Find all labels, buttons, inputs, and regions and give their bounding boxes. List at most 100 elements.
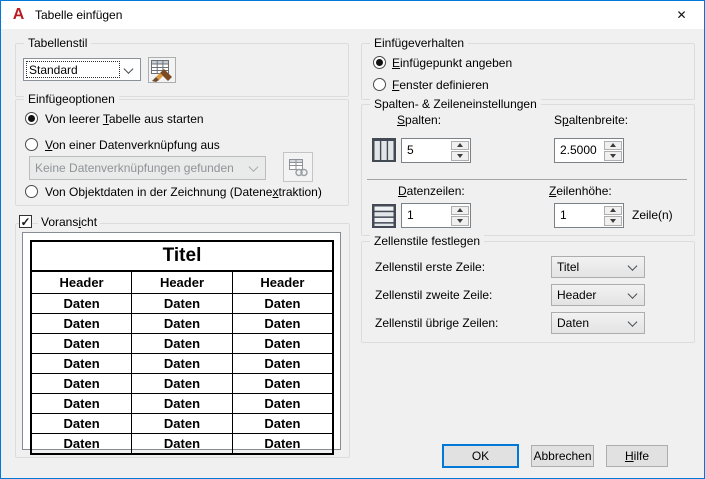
ok-button[interactable]: OK — [442, 444, 519, 468]
preview-data-cell: Daten — [30, 433, 133, 455]
arrow-down-icon — [610, 218, 616, 223]
arrow-up-icon — [610, 143, 616, 148]
preview-data-cell: Daten — [30, 353, 133, 374]
cancel-button[interactable]: Abbrechen — [531, 445, 594, 467]
columns-spinner-down-button[interactable] — [451, 151, 469, 161]
radio-from-data-link-label: Von einer Datenverknüpfung aus — [45, 138, 220, 152]
columns-spinner-value: 5 — [407, 143, 414, 157]
rows-icon — [372, 204, 396, 228]
cell-styles-group-label: Zellenstile festlegen — [370, 234, 485, 248]
radio-from-object-data[interactable] — [25, 185, 38, 198]
column-row-settings-group-label: Spalten- & Zeileneinstellungen — [370, 97, 541, 111]
arrow-up-icon — [457, 208, 463, 213]
arrow-down-icon — [457, 153, 463, 158]
table-link-icon — [289, 159, 308, 177]
arrow-up-icon — [610, 208, 616, 213]
column-width-label: Spaltenbreite: — [554, 113, 629, 127]
radio-start-from-empty-table-label: Von leerer Tabelle aus starten — [45, 112, 204, 126]
other-rows-style-label: Zellenstil übrige Zeilen: — [375, 316, 499, 330]
row-height-spinner-down-button[interactable] — [604, 216, 622, 226]
chevron-down-icon — [627, 261, 638, 271]
row-height-spinner-value: 1 — [560, 208, 567, 222]
preview-data-cell: Daten — [231, 373, 334, 394]
columns-icon — [372, 138, 396, 162]
columns-label: Spalten: — [397, 113, 442, 127]
insert-behavior-group-label: Einfügeverhalten — [370, 36, 469, 50]
preview-data-cell: Daten — [131, 333, 233, 354]
preview-data-cell: Daten — [30, 373, 133, 394]
preview-checkbox-label: Voransicht — [38, 215, 101, 229]
first-row-style-select[interactable]: Titel — [551, 256, 645, 278]
preview-header-cell: Header — [30, 270, 133, 294]
insert-options-group-label: Einfügeoptionen — [24, 92, 119, 106]
second-row-style-value: Header — [557, 288, 597, 302]
column-width-spinner-down-button[interactable] — [604, 151, 622, 161]
preview-data-cell: Daten — [30, 413, 133, 434]
row-height-spinner-up-button[interactable] — [604, 205, 622, 215]
preview-data-cell: Daten — [131, 413, 233, 434]
data-rows-spinner-up-button[interactable] — [451, 205, 469, 215]
other-rows-style-select[interactable]: Daten — [551, 312, 645, 334]
autocad-logo-icon: A — [12, 6, 25, 23]
chevron-down-icon — [248, 162, 259, 172]
data-rows-spinner-value: 1 — [407, 208, 414, 222]
second-row-style-label: Zellenstil zweite Zeile: — [375, 288, 493, 302]
preview-data-cell: Daten — [231, 413, 334, 434]
launch-data-link-dialog-button[interactable] — [283, 152, 313, 182]
preview-data-cell: Daten — [231, 393, 334, 414]
data-rows-spinner-down-button[interactable] — [451, 216, 469, 226]
preview-data-cell: Daten — [131, 393, 233, 414]
table-brush-icon — [151, 60, 172, 82]
radio-from-data-link[interactable] — [25, 138, 38, 151]
preview-data-cell: Daten — [30, 313, 133, 334]
preview-data-cell: Daten — [131, 293, 233, 314]
preview-data-cell: Daten — [231, 433, 334, 455]
chevron-down-icon — [627, 289, 638, 299]
radio-from-object-data-label: Von Objektdaten in der Zeichnung (Datene… — [45, 185, 322, 199]
arrow-down-icon — [457, 218, 463, 223]
settings-separator — [367, 179, 687, 180]
preview-data-cell: Daten — [131, 313, 233, 334]
preview-data-cell: Daten — [30, 293, 133, 314]
row-height-unit-label: Zeile(n) — [632, 208, 673, 222]
column-width-spinner[interactable]: 2.5000 — [554, 138, 624, 163]
radio-specify-insertion-point[interactable] — [373, 56, 386, 69]
first-row-style-label: Zellenstil erste Zeile: — [375, 260, 486, 274]
title-bar: A Tabelle einfügen ✕ — [1, 1, 704, 29]
preview-data-cell: Daten — [231, 353, 334, 374]
column-width-spinner-up-button[interactable] — [604, 140, 622, 150]
chevron-down-icon — [627, 317, 638, 327]
table-style-group-label: Tabellenstil — [24, 36, 92, 50]
preview-table: Titel Header Header Header Daten Daten Daten Da… — [30, 240, 334, 455]
preview-title-cell: Titel — [30, 240, 334, 272]
help-button[interactable]: Hilfe — [606, 445, 668, 467]
launch-table-style-dialog-button[interactable] — [148, 57, 176, 83]
columns-spinner-up-button[interactable] — [451, 140, 469, 150]
row-height-label: Zeilenhöhe: — [549, 184, 612, 198]
close-button[interactable]: ✕ — [659, 1, 704, 29]
preview-data-cell: Daten — [131, 353, 233, 374]
preview-data-cell: Daten — [231, 293, 334, 314]
chevron-down-icon — [123, 63, 134, 74]
column-width-spinner-value: 2.5000 — [560, 143, 597, 157]
first-row-style-value: Titel — [557, 260, 580, 274]
table-style-select[interactable]: Standard — [23, 58, 141, 81]
second-row-style-select[interactable]: Header — [551, 284, 645, 306]
columns-spinner[interactable]: 5 — [401, 138, 471, 163]
preview-checkbox[interactable]: ✓ — [19, 215, 32, 228]
radio-specify-window[interactable] — [373, 78, 386, 91]
preview-data-cell: Daten — [131, 433, 233, 455]
data-link-value: Keine Datenverknüpfungen gefunden — [35, 161, 234, 175]
insert-table-dialog: A Tabelle einfügen ✕ Tabellenstil Standa… — [0, 0, 705, 479]
preview-data-cell: Daten — [231, 333, 334, 354]
data-link-select: Keine Datenverknüpfungen gefunden — [29, 156, 266, 180]
preview-header-cell: Header — [131, 270, 233, 294]
data-rows-spinner[interactable]: 1 — [401, 203, 471, 228]
preview-header-cell: Header — [231, 270, 334, 294]
preview-data-cell: Daten — [30, 393, 133, 414]
data-rows-label: Datenzeilen: — [398, 184, 465, 198]
preview-data-cell: Daten — [131, 373, 233, 394]
row-height-spinner[interactable]: 1 — [554, 203, 624, 228]
radio-specify-window-label: Fenster definieren — [392, 78, 489, 92]
radio-start-from-empty-table[interactable] — [25, 112, 38, 125]
